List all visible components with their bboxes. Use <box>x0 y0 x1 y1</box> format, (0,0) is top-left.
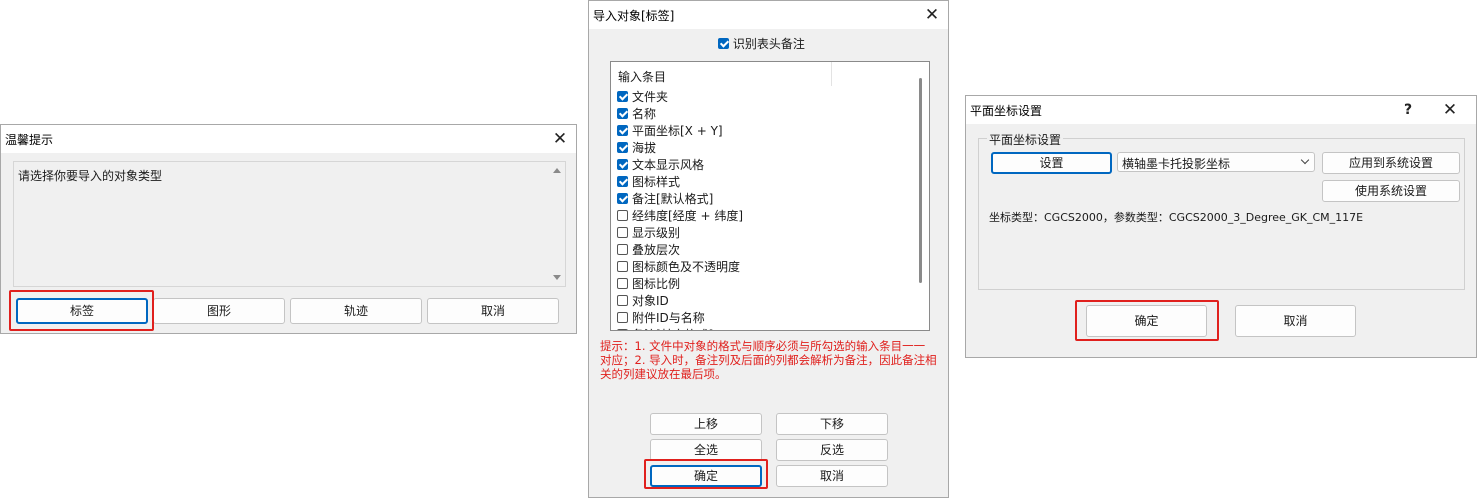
checkbox-icon[interactable] <box>617 142 628 153</box>
highlight-ok-button <box>1075 300 1219 341</box>
move-down-button[interactable]: 下移 <box>776 413 888 435</box>
list-item[interactable]: 叠放层次 <box>617 241 680 258</box>
scrollbar[interactable] <box>549 162 565 286</box>
close-icon[interactable]: ✕ <box>920 4 944 26</box>
highlight-ok-button <box>644 459 768 489</box>
checkbox-icon[interactable] <box>617 295 628 306</box>
checkbox-icon[interactable] <box>617 159 628 170</box>
dialog-title: 温馨提示 <box>5 133 54 147</box>
list-item[interactable]: 图标比例 <box>617 275 680 292</box>
list-item-label: 文本显示风格 <box>632 158 705 172</box>
cancel-button[interactable]: 取消 <box>776 465 888 487</box>
message-box: 请选择你要导入的对象类型 <box>13 161 566 287</box>
checkbox-icon[interactable] <box>617 261 628 272</box>
dialog-title: 平面坐标设置 <box>970 104 1043 118</box>
checkbox-icon[interactable] <box>617 210 628 221</box>
list-item[interactable]: 图标颜色及不透明度 <box>617 258 740 275</box>
list-item-label: 备注[其它格式] <box>632 328 713 330</box>
checkbox-icon[interactable] <box>617 312 628 323</box>
track-button[interactable]: 轨迹 <box>290 298 422 324</box>
vertical-scrollbar[interactable] <box>919 78 922 283</box>
shape-button[interactable]: 图形 <box>153 298 285 324</box>
title-bar: 导入对象[标签] ✕ <box>589 1 948 29</box>
list-header-divider <box>831 62 832 86</box>
list-item-label: 图标比例 <box>632 277 681 291</box>
list-item[interactable]: 备注[默认格式] <box>617 190 713 207</box>
checkbox-icon[interactable] <box>617 227 628 238</box>
scroll-up-icon[interactable] <box>553 168 561 173</box>
settings-button[interactable]: 设置 <box>991 152 1112 174</box>
cancel-button[interactable]: 取消 <box>1235 305 1356 337</box>
hint-line: 关的列建议放在最后项。 <box>600 367 727 381</box>
list-item-label: 附件ID与名称 <box>632 311 705 325</box>
checkbox-icon[interactable] <box>718 38 729 49</box>
list-item[interactable]: 图标样式 <box>617 173 680 190</box>
list-item-label: 叠放层次 <box>632 243 681 257</box>
highlight-tag-button <box>9 290 154 331</box>
message-text: 请选择你要导入的对象类型 <box>18 169 163 183</box>
projection-select[interactable]: 横轴墨卡托投影坐标 <box>1117 152 1315 172</box>
hint-line: 提示：1. 文件中对象的格式与顺序必须与所勾选的输入条目一一 <box>600 339 926 353</box>
recognize-header-checkbox[interactable]: 识别表头备注 <box>718 35 805 52</box>
checkbox-icon[interactable] <box>617 244 628 255</box>
list-item[interactable]: 平面坐标[X + Y] <box>617 122 723 139</box>
checkbox-icon[interactable] <box>617 193 628 204</box>
list-item[interactable]: 文件夹 <box>617 88 668 105</box>
list-item-label: 显示级别 <box>632 226 681 240</box>
help-icon[interactable]: ? <box>1398 99 1418 121</box>
checkbox-label: 识别表头备注 <box>732 37 805 51</box>
dialog-title: 导入对象[标签] <box>593 9 675 23</box>
use-system-button[interactable]: 使用系统设置 <box>1322 180 1460 202</box>
hint-text: 提示：1. 文件中对象的格式与顺序必须与所勾选的输入条目一一 对应；2. 导入时… <box>600 339 940 381</box>
plane-coordinate-settings-dialog: 平面坐标设置 ? ✕ 平面坐标设置 设置 横轴墨卡托投影坐标 应用到系统设置 使… <box>965 95 1477 358</box>
list-item[interactable]: 对象ID <box>617 292 669 309</box>
title-bar: 温馨提示 ✕ <box>1 125 576 153</box>
close-icon[interactable]: ✕ <box>1438 99 1462 121</box>
apply-to-system-button[interactable]: 应用到系统设置 <box>1322 152 1460 174</box>
projection-value: 横轴墨卡托投影坐标 <box>1122 157 1231 171</box>
checkbox-icon[interactable] <box>617 125 628 136</box>
list-item-label: 名称 <box>632 107 657 121</box>
checkbox-icon[interactable] <box>617 108 628 119</box>
list-item[interactable]: 名称 <box>617 105 656 122</box>
select-all-button[interactable]: 全选 <box>650 439 762 461</box>
close-icon[interactable]: ✕ <box>548 128 572 150</box>
invert-selection-button[interactable]: 反选 <box>776 439 888 461</box>
checkbox-icon[interactable] <box>617 91 628 102</box>
checkbox-icon[interactable] <box>617 278 628 289</box>
list-item-label: 图标颜色及不透明度 <box>632 260 741 274</box>
chevron-down-icon[interactable] <box>1300 155 1310 165</box>
list-item[interactable]: 经纬度[经度 + 纬度] <box>617 207 743 224</box>
list-item-label: 对象ID <box>632 294 669 308</box>
list-item-label: 文件夹 <box>632 90 669 104</box>
list-item[interactable]: 显示级别 <box>617 224 680 241</box>
hint-line: 对应；2. 导入时，备注列及后面的列都会解析为备注，因此备注相 <box>600 353 937 367</box>
cancel-button[interactable]: 取消 <box>427 298 559 324</box>
list-item-label: 平面坐标[X + Y] <box>632 124 723 138</box>
list-item-label: 海拔 <box>632 141 657 155</box>
list-item[interactable]: 备注[其它格式] <box>617 326 713 330</box>
title-bar: 平面坐标设置 ? ✕ <box>966 96 1476 124</box>
list-item-label: 图标样式 <box>632 175 681 189</box>
move-up-button[interactable]: 上移 <box>650 413 762 435</box>
import-objects-dialog: 导入对象[标签] ✕ 识别表头备注 输入条目 文件夹名称平面坐标[X + Y] 海… <box>588 0 949 498</box>
list-item-label: 经纬度[经度 + 纬度] <box>632 209 744 223</box>
input-items-list[interactable]: 输入条目 文件夹名称平面坐标[X + Y] 海拔文本显示风格 图标样式备注[默认格式… <box>610 61 930 331</box>
checkbox-icon[interactable] <box>617 329 628 330</box>
list-item[interactable]: 附件ID与名称 <box>617 309 705 326</box>
list-item-label: 备注[默认格式] <box>632 192 714 206</box>
list-item[interactable]: 文本显示风格 <box>617 156 704 173</box>
list-header: 输入条目 <box>618 70 667 84</box>
scroll-down-icon[interactable] <box>553 275 561 280</box>
list-item[interactable]: 海拔 <box>617 139 656 156</box>
checkbox-icon[interactable] <box>617 176 628 187</box>
coordinate-info: 坐标类型：CGCS2000，参数类型：CGCS2000_3_Degree_GK_… <box>989 211 1364 224</box>
group-label: 平面坐标设置 <box>987 131 1064 148</box>
